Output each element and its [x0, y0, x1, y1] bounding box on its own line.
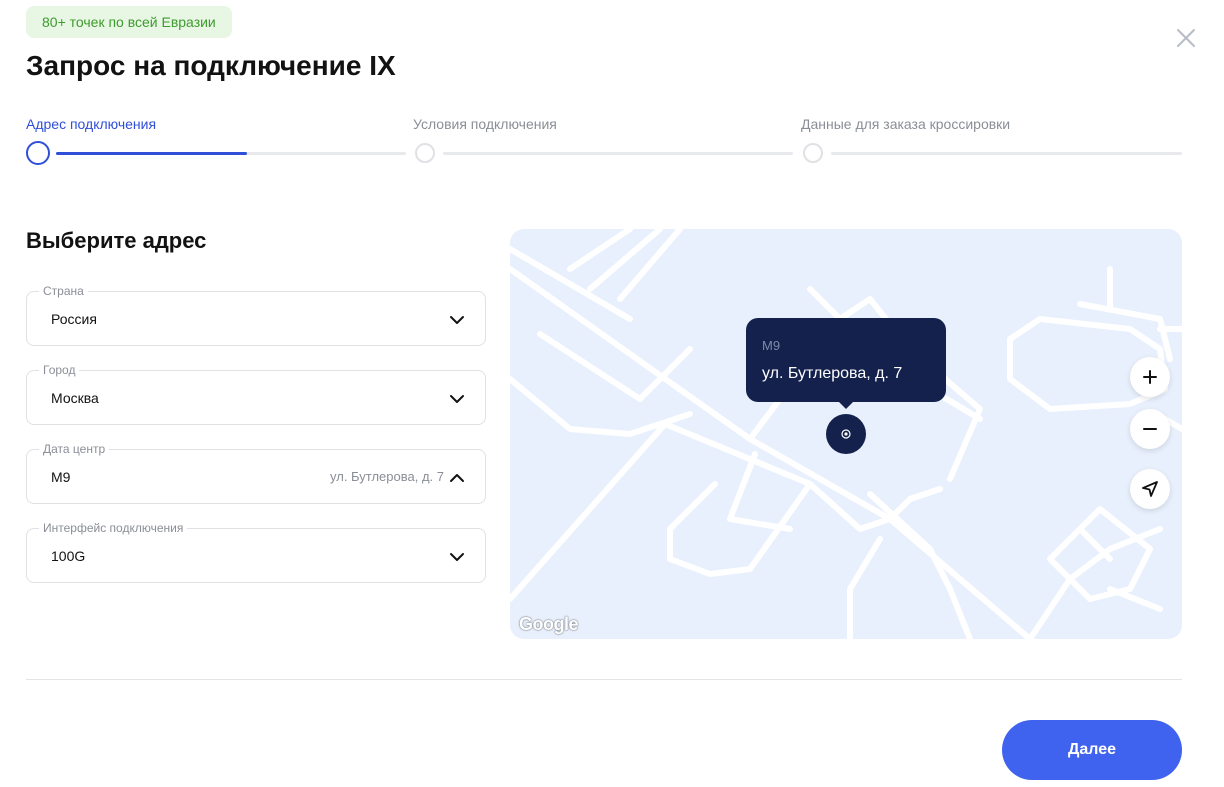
chevron-down-icon [450, 316, 464, 324]
step-conditions-track [443, 152, 793, 155]
my-location-button[interactable] [1130, 469, 1170, 509]
step-conditions-indicator [415, 143, 435, 163]
footer-divider [26, 679, 1182, 680]
popup-datacenter-address: ул. Бутлерова, д. 7 [762, 365, 903, 382]
zoom-in-button[interactable] [1130, 357, 1170, 397]
country-value: Россия [51, 311, 97, 327]
country-select[interactable]: Страна Россия [26, 283, 486, 346]
locate-icon [1142, 481, 1158, 497]
zoom-in-icon [1143, 370, 1157, 384]
zoom-out-icon [1143, 428, 1157, 430]
close-icon [1177, 29, 1195, 47]
next-button[interactable]: Далее [1002, 720, 1182, 780]
google-logo: Google [519, 614, 579, 634]
map[interactable]: M9 ул. Бутлерова, д. 7 Google [510, 229, 1182, 639]
chevron-down-icon [450, 553, 464, 561]
location-marker[interactable] [826, 414, 866, 454]
step-crossconnect-indicator [803, 143, 823, 163]
page-title: Запрос на подключение IX [26, 50, 396, 81]
datacenter-select[interactable]: Дата центр M9 ул. Бутлерова, д. 7 [26, 441, 486, 504]
step-crossconnect-track [831, 152, 1182, 155]
datacenter-label: Дата центр [39, 441, 110, 457]
section-title: Выберите адрес [26, 228, 207, 253]
stepper: Адрес подключения Условия подключения Да… [26, 110, 1182, 170]
zoom-out-button[interactable] [1130, 409, 1170, 449]
popup-datacenter-name: M9 [762, 338, 781, 353]
chevron-down-icon [450, 395, 464, 403]
step-conditions-label[interactable]: Условия подключения [413, 116, 557, 132]
city-select[interactable]: Город Москва [26, 362, 486, 425]
popup-pointer [838, 401, 854, 409]
step-address-progress [56, 152, 247, 155]
location-popup[interactable]: M9 ул. Бутлерова, д. 7 [746, 318, 946, 409]
step-address-indicator [26, 141, 50, 165]
city-label: Город [39, 362, 80, 378]
step-crossconnect-label[interactable]: Данные для заказа кроссировки [801, 116, 1010, 132]
datacenter-address-hint: ул. Бутлерова, д. 7 [330, 469, 444, 484]
step-address-label[interactable]: Адрес подключения [26, 116, 156, 132]
location-marker-icon [841, 429, 851, 439]
country-label: Страна [39, 283, 88, 299]
city-value: Москва [51, 390, 99, 406]
promo-badge: 80+ точек по всей Евразии [26, 6, 232, 38]
close-button[interactable] [1174, 26, 1198, 50]
interface-label: Интерфейс подключения [39, 520, 188, 536]
interface-value: 100G [51, 548, 86, 564]
chevron-up-icon [450, 474, 464, 482]
interface-select[interactable]: Интерфейс подключения 100G [26, 520, 486, 583]
datacenter-value: M9 [51, 469, 71, 485]
